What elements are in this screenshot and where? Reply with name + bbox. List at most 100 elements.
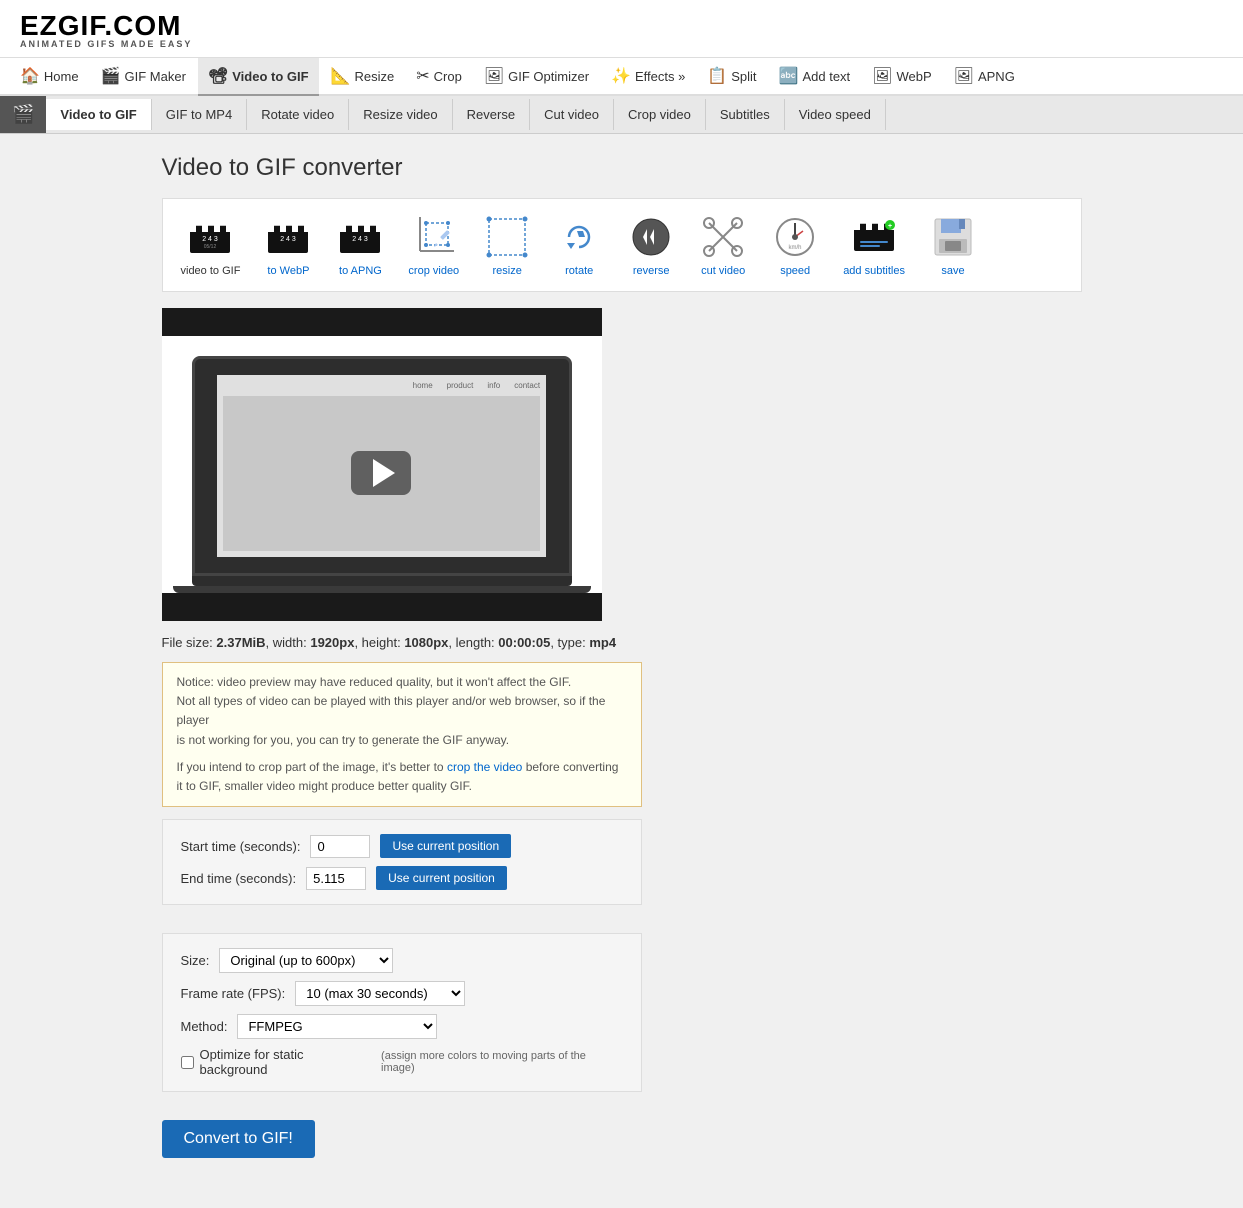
- optimize-checkbox[interactable]: [181, 1056, 194, 1069]
- nav-gif-optimizer[interactable]: 🖼 GIF Optimizer: [474, 58, 599, 96]
- cut-video-tool-icon: [699, 213, 747, 261]
- tool-rotate[interactable]: rotate: [547, 209, 611, 281]
- video-top-bar: [162, 308, 602, 336]
- tool-video-to-gif-label: video to GIF: [181, 265, 241, 277]
- reverse-tool-icon: [627, 213, 675, 261]
- svg-text:2 4 3: 2 4 3: [281, 236, 297, 243]
- timing-section: Start time (seconds): Use current positi…: [162, 819, 642, 905]
- tool-to-webp-label: to WebP: [267, 265, 309, 277]
- add-subtitles-tool-icon: +: [850, 213, 898, 261]
- nav-video-to-gif[interactable]: 📽 Video to GIF: [198, 58, 319, 96]
- method-label: Method:: [181, 1019, 228, 1034]
- tool-to-apng[interactable]: 2 4 3 to APNG: [328, 209, 392, 281]
- width-label: , width:: [266, 635, 311, 650]
- logo: EZGIF.COM ANIMATED GIFS MADE EASY: [20, 12, 1223, 49]
- tool-resize[interactable]: resize: [475, 209, 539, 281]
- nav-effects[interactable]: ✨ Effects »: [601, 58, 695, 96]
- fps-select[interactable]: 10 (max 30 seconds) 15 (max 20 seconds) …: [295, 981, 465, 1006]
- page-title: Video to GIF converter: [162, 154, 1082, 182]
- sub-nav-video-to-gif[interactable]: Video to GIF: [46, 99, 151, 130]
- type-value: mp4: [589, 635, 616, 650]
- start-time-input[interactable]: [310, 835, 370, 858]
- save-tool-icon: [929, 213, 977, 261]
- nav-crop-label: Crop: [434, 69, 462, 84]
- notice-box: Notice: video preview may have reduced q…: [162, 662, 642, 807]
- height-value: 1080px: [404, 635, 448, 650]
- size-row: Size: Original (up to 600px) 240px 320px…: [181, 948, 623, 973]
- svg-text:2 4 3: 2 4 3: [353, 236, 369, 243]
- file-size-value: 2.37MiB: [216, 635, 265, 650]
- tool-add-subtitles-label: add subtitles: [843, 265, 905, 277]
- crop-video-link[interactable]: crop the video: [447, 760, 522, 774]
- nav-split-label: Split: [731, 69, 756, 84]
- fps-label: Frame rate (FPS):: [181, 986, 286, 1001]
- tool-video-to-gif[interactable]: 2 4 3 05/12 video to GIF: [173, 209, 249, 281]
- crop-icon: ✂: [416, 66, 429, 86]
- resize-icon: 📐: [331, 66, 351, 86]
- video-to-gif-tool-icon: 2 4 3 05/12: [186, 213, 234, 261]
- home-icon: 🏠: [20, 66, 40, 86]
- sub-nav-rotate-video[interactable]: Rotate video: [247, 99, 349, 130]
- nav-resize-label: Resize: [355, 69, 395, 84]
- sub-nav-cut-video[interactable]: Cut video: [530, 99, 614, 130]
- sub-nav-resize-video[interactable]: Resize video: [349, 99, 452, 130]
- nav-webp-label: WebP: [896, 69, 931, 84]
- crop-video-tool-icon: [410, 213, 458, 261]
- length-value: 00:00:05: [498, 635, 550, 650]
- tool-save[interactable]: save: [921, 209, 985, 281]
- tool-save-label: save: [941, 265, 964, 277]
- size-select[interactable]: Original (up to 600px) 240px 320px 480px…: [219, 948, 393, 973]
- use-current-position-end-button[interactable]: Use current position: [376, 866, 507, 890]
- notice-line1: Notice: video preview may have reduced q…: [177, 673, 627, 692]
- effects-icon: ✨: [611, 66, 631, 86]
- nav-add-text[interactable]: 🔤 Add text: [769, 58, 861, 96]
- nav-resize[interactable]: 📐 Resize: [321, 58, 405, 96]
- nav-webp[interactable]: 🖼 WebP: [862, 58, 941, 96]
- tool-crop-video[interactable]: crop video: [400, 209, 467, 281]
- svg-text:2 4 3: 2 4 3: [203, 236, 219, 243]
- method-select[interactable]: FFMPEG Imagemagick: [237, 1014, 437, 1039]
- nav-gif-maker-label: GIF Maker: [125, 69, 186, 84]
- tool-speed-label: speed: [780, 265, 810, 277]
- sub-nav-crop-video[interactable]: Crop video: [614, 99, 706, 130]
- nav-gif-optimizer-label: GIF Optimizer: [508, 69, 589, 84]
- tool-cut-video-label: cut video: [701, 265, 745, 277]
- tool-to-apng-label: to APNG: [339, 265, 382, 277]
- size-label: Size:: [181, 953, 210, 968]
- tool-to-webp[interactable]: 2 4 3 to WebP: [256, 209, 320, 281]
- content: Video to GIF converter 2 4 3 05/12: [142, 154, 1102, 1188]
- tool-cut-video[interactable]: cut video: [691, 209, 755, 281]
- tool-add-subtitles[interactable]: + add subtitles: [835, 209, 913, 281]
- main-nav: 🏠 Home 🎬 GIF Maker 📽 Video to GIF 📐 Resi…: [0, 58, 1243, 96]
- width-value: 1920px: [310, 635, 354, 650]
- end-time-input[interactable]: [306, 867, 366, 890]
- notice-line4: If you intend to crop part of the image,…: [177, 760, 444, 774]
- nav-crop[interactable]: ✂ Crop: [406, 58, 472, 96]
- nav-apng[interactable]: 🖼 APNG: [944, 58, 1025, 96]
- optimize-label: Optimize for static background: [200, 1047, 376, 1077]
- tool-reverse[interactable]: reverse: [619, 209, 683, 281]
- sub-nav-subtitles[interactable]: Subtitles: [706, 99, 785, 130]
- nav-gif-maker[interactable]: 🎬 GIF Maker: [91, 58, 196, 96]
- start-time-row: Start time (seconds): Use current positi…: [181, 834, 623, 858]
- sub-nav-gif-to-mp4[interactable]: GIF to MP4: [152, 99, 247, 130]
- nav-home[interactable]: 🏠 Home: [10, 58, 89, 96]
- to-webp-tool-icon: 2 4 3: [264, 213, 312, 261]
- notice-line5: before: [526, 760, 560, 774]
- nav-split[interactable]: 📋 Split: [697, 58, 766, 96]
- use-current-position-start-button[interactable]: Use current position: [380, 834, 511, 858]
- tool-crop-video-label: crop video: [408, 265, 459, 277]
- notice-line2: Not all types of video can be played wit…: [177, 692, 627, 730]
- sub-nav-video-speed[interactable]: Video speed: [785, 99, 886, 130]
- tool-speed[interactable]: km/h speed: [763, 209, 827, 281]
- svg-text:km/h: km/h: [789, 245, 802, 251]
- nav-apng-label: APNG: [978, 69, 1015, 84]
- settings-section: Size: Original (up to 600px) 240px 320px…: [162, 933, 642, 1092]
- convert-button[interactable]: Convert to GIF!: [162, 1120, 315, 1158]
- video-container: home product info contact: [162, 308, 602, 621]
- sub-nav: 🎬 Video to GIF GIF to MP4 Rotate video R…: [0, 96, 1243, 134]
- method-row: Method: FFMPEG Imagemagick: [181, 1014, 623, 1039]
- play-button[interactable]: [351, 451, 411, 495]
- apng-icon: 🖼: [954, 66, 974, 86]
- sub-nav-reverse[interactable]: Reverse: [453, 99, 530, 130]
